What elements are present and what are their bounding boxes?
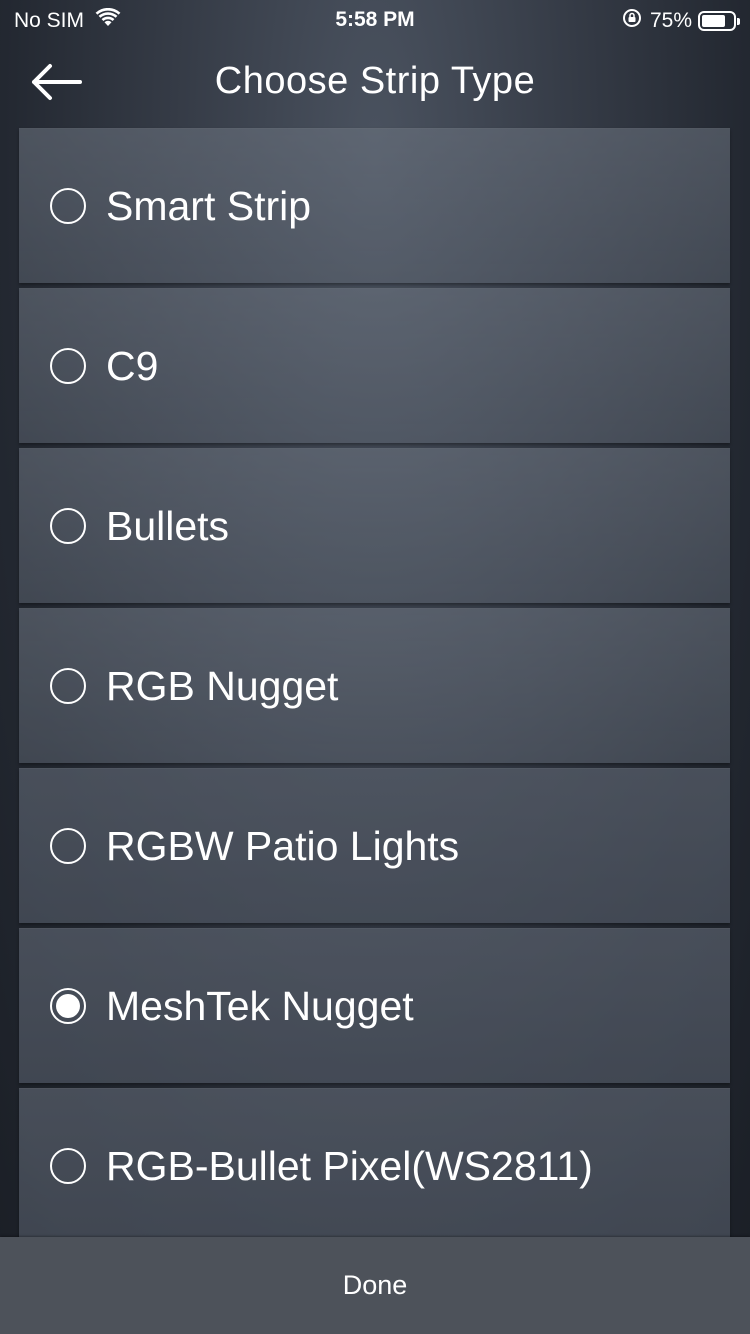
list-item[interactable]: RGB Nugget [19,608,730,763]
header: Choose Strip Type [0,48,750,120]
radio-unselected-icon[interactable] [50,1148,86,1184]
list-item[interactable]: RGB-Bullet Pixel(WS2811) [19,1088,730,1243]
list-item-label: MeshTek Nugget [106,982,414,1029]
orientation-lock-icon [622,8,642,34]
radio-unselected-icon[interactable] [50,668,86,704]
list-item-label: C9 [106,342,159,389]
list-item-label: RGB Nugget [106,662,339,709]
battery-icon [698,11,740,31]
list-item[interactable]: RGBW Patio Lights [19,768,730,923]
done-bar: Done [0,1237,750,1334]
radio-selected-icon[interactable] [50,988,86,1024]
status-right: 75% [622,8,740,34]
list-item[interactable]: MeshTek Nugget [19,928,730,1083]
strip-type-list: Smart Strip C9 Bullets RGB Nugget RGBW Patio… [19,128,730,1248]
radio-unselected-icon[interactable] [50,828,86,864]
radio-unselected-icon[interactable] [50,348,86,384]
list-item-label: RGBW Patio Lights [106,822,460,869]
list-item[interactable]: Smart Strip [19,128,730,283]
battery-fill [702,15,725,27]
list-item-label: Bullets [106,502,230,549]
page-title: Choose Strip Type [214,60,536,102]
radio-unselected-icon[interactable] [50,188,86,224]
radio-unselected-icon[interactable] [50,508,86,544]
list-item[interactable]: C9 [19,288,730,443]
battery-percent: 75% [649,9,692,32]
done-button[interactable]: Done [323,1260,428,1311]
list-item[interactable]: Bullets [19,448,730,603]
status-bar: No SIM 5:58 PM 75% [0,0,750,40]
list-item-label: RGB-Bullet Pixel(WS2811) [106,1142,593,1189]
list-item-label: Smart Strip [106,182,312,229]
